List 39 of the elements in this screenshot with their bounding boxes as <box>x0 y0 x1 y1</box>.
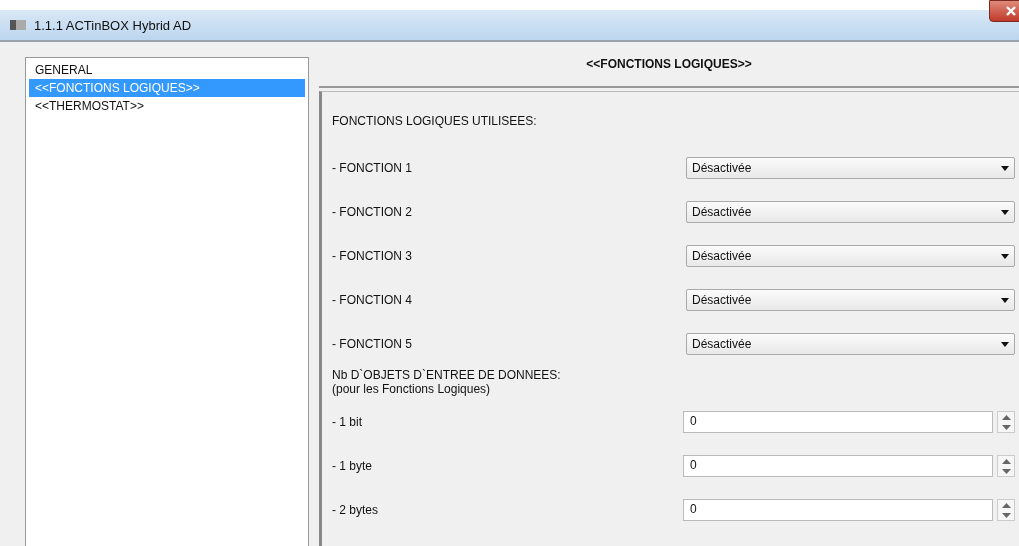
sidebar-item[interactable]: GENERAL <box>29 61 305 79</box>
dropdown[interactable]: Désactivée <box>686 245 1015 267</box>
section-note: (pour les Fonctions Logiques) <box>332 382 492 396</box>
up-arrow-icon <box>1001 414 1011 420</box>
caret-icon <box>1001 341 1009 347</box>
close-icon <box>1005 6 1017 16</box>
spin-buttons[interactable] <box>997 499 1015 521</box>
window-title: 1.1.1 ACTinBOX Hybrid AD <box>34 17 192 33</box>
dropdown[interactable]: Désactivée <box>686 201 1015 223</box>
down-arrow-icon <box>1001 468 1011 474</box>
down-arrow-icon <box>1001 424 1011 430</box>
dropdown[interactable]: Désactivée <box>686 289 1015 311</box>
caret-icon <box>1001 165 1009 171</box>
field-label: - FONCTION 1 <box>332 161 413 175</box>
field-label: - FONCTION 4 <box>332 293 413 307</box>
field-label: - FONCTION 5 <box>332 337 413 351</box>
dropdown[interactable]: Désactivée <box>686 333 1015 355</box>
dropdown[interactable]: Désactivée <box>686 157 1015 179</box>
caret-icon <box>1001 253 1009 259</box>
sidebar-item[interactable]: <<THERMOSTAT>> <box>29 97 305 115</box>
section-label: FONCTIONS LOGIQUES UTILISEES: <box>332 114 538 130</box>
field-label: - 1 bit <box>332 415 363 429</box>
up-arrow-icon <box>1001 458 1011 464</box>
field-label: - FONCTION 3 <box>332 249 413 263</box>
down-arrow-icon <box>1001 512 1011 518</box>
spin-buttons[interactable] <box>997 411 1015 433</box>
number-field[interactable]: 0 <box>683 455 993 477</box>
field-label: - 1 byte <box>332 459 374 473</box>
section-label: Nb D`OBJETS D`ENTREE DE DONNEES: <box>332 368 562 382</box>
panel-title: <<FONCTIONS LOGIQUES>> <box>586 57 752 71</box>
field-label: - FONCTION 2 <box>332 205 413 219</box>
spin-buttons[interactable] <box>997 455 1015 477</box>
caret-icon <box>1001 209 1009 215</box>
number-field[interactable]: 0 <box>683 499 993 521</box>
caret-icon <box>1001 297 1009 303</box>
up-arrow-icon <box>1001 502 1011 508</box>
number-field[interactable]: 0 <box>683 411 993 433</box>
field-label: - 2 bytes <box>332 503 380 517</box>
window-icon <box>10 20 26 30</box>
